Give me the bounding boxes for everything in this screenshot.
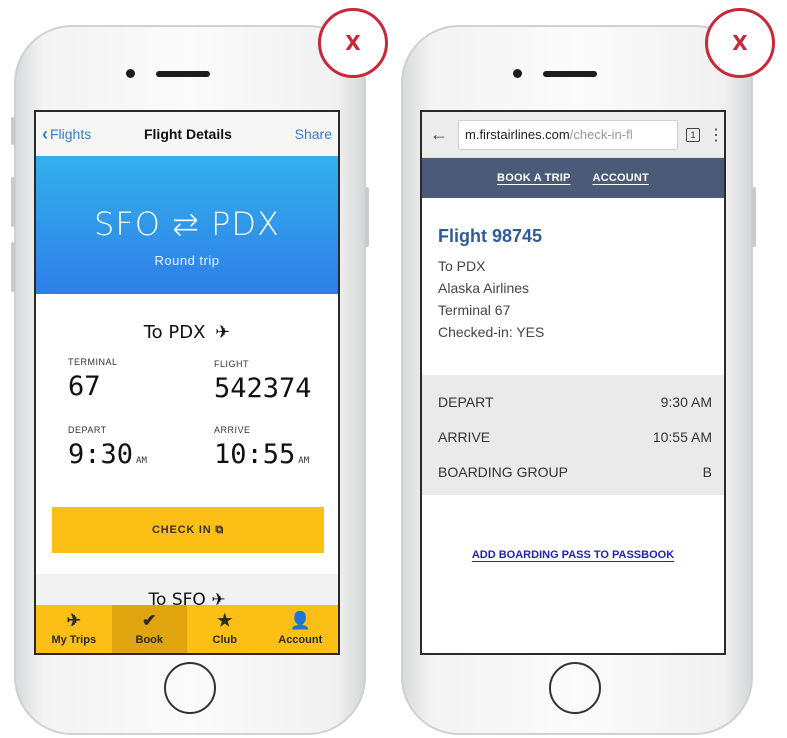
outbound-leg-title: To PDX ✈ [36,322,338,343]
terminal-cell: TERMINAL 67 [68,357,118,402]
nav-bar: ‹ Flights Flight Details Share [36,112,338,156]
tab-label: Account [278,634,323,646]
table-row: DEPART 9:30 AM [438,384,712,419]
earpiece-speaker [543,71,597,77]
account-link[interactable]: ACCOUNT [593,172,649,184]
close-badge-right: X [705,8,775,78]
arrive-label: ARRIVE [214,425,251,435]
flight-cell: FLIGHT 542374 [214,359,312,404]
site-nav: BOOK A TRIP ACCOUNT [422,158,724,198]
mute-switch [11,117,15,145]
flight-label: FLIGHT [214,359,250,369]
volume-up-button [11,177,15,227]
plane-icon: ✈ [66,611,81,630]
depart-cell: DEPART 9:30 AM [68,425,147,470]
flight-number: Flight 98745 [438,226,543,246]
flight-value: 542374 [214,373,312,404]
browser-toolbar: ← m.firstairlines.com/check-in-fl 1 ⋮ [422,112,724,158]
route-text: SFO ⇆ PDX [94,205,280,243]
terminal-value: 67 [68,371,101,402]
back-label: Flights [50,126,92,142]
power-button [365,187,369,247]
tab-book[interactable]: ✔ Book [111,605,187,653]
row-label: DEPART [438,393,494,410]
close-badge-left: X [318,8,388,78]
home-button[interactable] [164,662,216,714]
airline: Alaska Airlines [438,280,530,296]
star-icon: ★ [217,611,233,630]
arrive-cell: ARRIVE 10:55 AM [214,425,309,470]
tab-bar: ✈ My Trips ✔ Book ★ Club 👤 Account [36,605,338,653]
tab-club[interactable]: ★ Club [187,605,263,653]
person-icon: 👤 [289,611,311,630]
row-label: BOARDING GROUP [438,463,568,480]
plane-icon: ✈ [215,322,231,343]
earpiece-speaker [156,71,210,77]
destination: To PDX [438,258,486,274]
share-button[interactable]: Share [295,126,332,142]
checked-in-status: Checked-in: YES [438,324,545,340]
back-arrow-icon[interactable]: ← [430,124,450,145]
arrive-time: 10:55 [214,439,296,470]
depart-ampm: AM [136,456,147,466]
url-path: /check-in-fl [569,126,633,142]
camera-dot [513,69,522,78]
flight-details-grid: TERMINAL 67 FLIGHT 542374 DEPART 9:30 AM … [36,357,338,507]
volume-down-button [11,242,15,292]
page-title: Flight Details [143,126,232,142]
row-value: 9:30 AM [660,393,712,410]
row-value: 10:55 AM [652,428,712,445]
flight-info: Flight 98745 To PDX Alaska Airlines Term… [422,198,724,343]
tab-switcher-icon[interactable]: 1 [686,127,700,142]
tab-label: My Trips [51,634,97,646]
tab-label: Club [212,634,237,646]
phone-left: ‹ Flights Flight Details Share SFO ⇆ PDX… [11,25,369,735]
more-menu-icon[interactable]: ⋮ [708,125,724,145]
phone-right: ← m.firstairlines.com/check-in-fl 1 ⋮ BO… [401,25,756,735]
row-label: ARRIVE [438,428,491,445]
tab-account[interactable]: 👤 Account [263,605,339,653]
schedule-table: DEPART 9:30 AM ARRIVE 10:55 AM BOARDING … [422,375,724,495]
power-button [752,187,756,247]
depart-time: 9:30 [68,439,134,470]
check-in-button[interactable]: CHECK IN ⧉ [52,507,324,553]
back-button[interactable]: ‹ Flights [42,125,91,143]
passbook-section: ADD BOARDING PASS TO PASSBOOK [422,545,724,563]
add-to-passbook-link[interactable]: ADD BOARDING PASS TO PASSBOOK [472,549,674,561]
terminal: Terminal 67 [438,302,511,318]
browser-screen: ← m.firstairlines.com/check-in-fl 1 ⋮ BO… [420,110,726,655]
row-value: B [702,463,712,480]
address-bar[interactable]: m.firstairlines.com/check-in-fl [458,119,678,150]
arrive-ampm: AM [298,456,310,466]
trip-type: Round trip [154,253,220,268]
route-hero: SFO ⇆ PDX Round trip [36,156,338,294]
url-domain: m.firstairlines.com [465,126,570,142]
table-row: BOARDING GROUP B [438,454,712,489]
tab-label: Book [135,634,164,646]
arrive-value: 10:55 AM [214,439,309,470]
check-icon: ✔ [142,611,157,630]
table-row: ARRIVE 10:55 AM [438,419,712,454]
tab-my-trips[interactable]: ✈ My Trips [36,605,112,653]
chevron-left-icon: ‹ [42,124,48,144]
home-button[interactable] [549,662,601,714]
depart-value: 9:30 AM [68,439,147,470]
outbound-title-text: To PDX [143,322,206,343]
camera-dot [126,69,135,78]
book-a-trip-link[interactable]: BOOK A TRIP [497,172,571,184]
depart-label: DEPART [68,425,107,435]
terminal-label: TERMINAL [68,357,118,367]
app-screen: ‹ Flights Flight Details Share SFO ⇆ PDX… [34,110,340,655]
